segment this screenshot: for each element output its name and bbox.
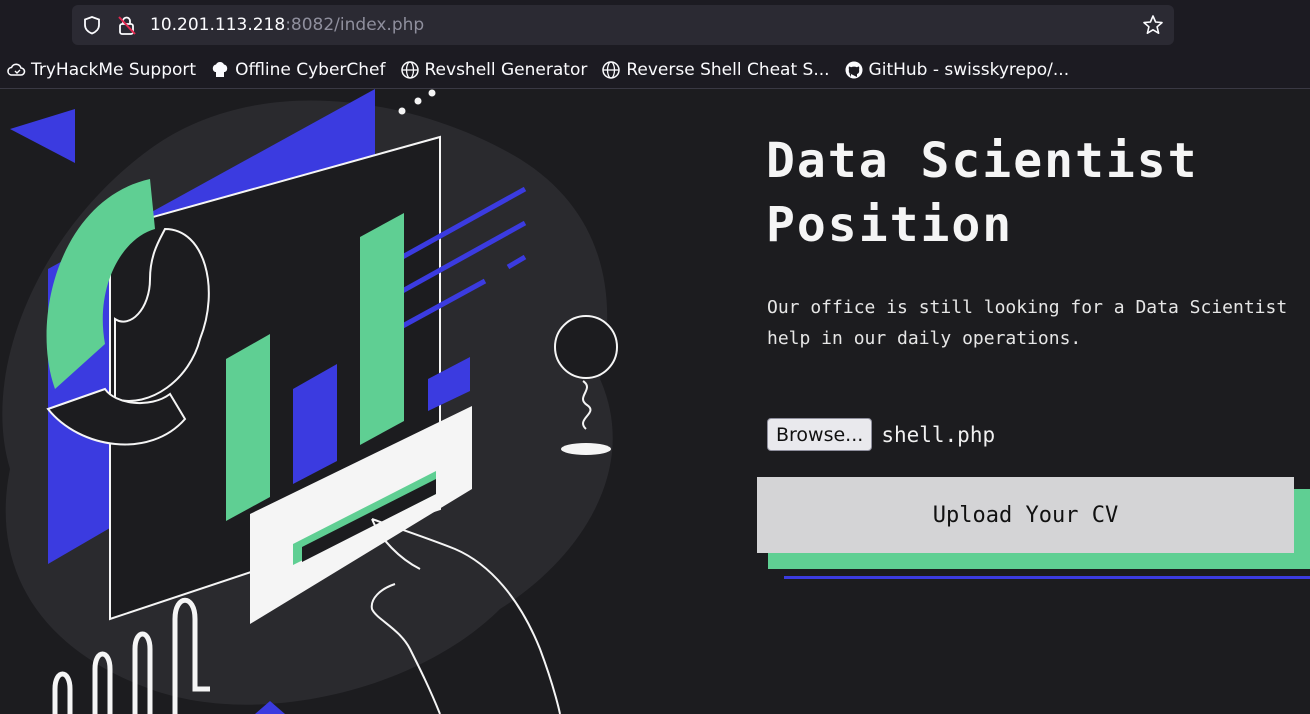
file-input[interactable]: Browse... shell.php bbox=[767, 418, 995, 451]
bookmark-label: Offline CyberChef bbox=[235, 60, 386, 80]
page-title-line2: Position bbox=[766, 197, 1014, 253]
page-title-line1: Data Scientist bbox=[766, 133, 1199, 189]
insecure-lock-icon[interactable] bbox=[116, 14, 138, 36]
url-host: 10.201.113.218 bbox=[150, 15, 286, 35]
bookmark-label: Reverse Shell Cheat S... bbox=[626, 60, 830, 80]
description-line1: Our office is still looking for a Data S… bbox=[767, 297, 1288, 318]
bookmark-offline-cyberchef[interactable]: Offline CyberChef bbox=[204, 56, 393, 84]
bookmark-revshell-generator[interactable]: Revshell Generator bbox=[394, 56, 596, 84]
address-bar[interactable]: 10.201.113.218:8082/index.php bbox=[72, 5, 1174, 45]
bookmarks-toolbar: TryHackMe Support Offline CyberChef Revs… bbox=[0, 56, 1310, 84]
browse-button[interactable]: Browse... bbox=[767, 418, 873, 451]
bookmark-reverse-shell-cheat-sheet[interactable]: Reverse Shell Cheat S... bbox=[595, 56, 837, 84]
chef-hat-icon bbox=[212, 62, 228, 77]
page-title: Data Scientist Position bbox=[766, 129, 1306, 257]
bookmark-tryhackme-support[interactable]: TryHackMe Support bbox=[0, 56, 204, 84]
url-path: :8082/index.php bbox=[285, 15, 425, 35]
cloud-icon bbox=[7, 63, 26, 76]
url-text[interactable]: 10.201.113.218:8082/index.php bbox=[150, 15, 424, 35]
description-line2: help in our daily operations. bbox=[767, 328, 1082, 349]
bookmark-label: Revshell Generator bbox=[424, 60, 588, 80]
page-content: Data Scientist Position Our office is sti… bbox=[0, 89, 1310, 714]
bookmark-github-swisskyrepo[interactable]: GitHub - swisskyrepo/... bbox=[838, 56, 1078, 84]
browser-chrome: 10.201.113.218:8082/index.php TryHackMe … bbox=[0, 0, 1310, 89]
upload-cv-button[interactable]: Upload Your CV bbox=[757, 477, 1294, 553]
bookmark-label: TryHackMe Support bbox=[31, 60, 197, 80]
selected-file-name: shell.php bbox=[881, 422, 996, 447]
bookmark-label: GitHub - swisskyrepo/... bbox=[868, 60, 1070, 80]
job-description: Our office is still looking for a Data S… bbox=[767, 292, 1310, 354]
globe-icon bbox=[602, 61, 621, 79]
bookmark-star-icon[interactable] bbox=[1142, 14, 1164, 36]
github-icon bbox=[845, 61, 863, 79]
globe-icon bbox=[400, 61, 419, 79]
shield-icon[interactable] bbox=[82, 15, 102, 35]
data-analytics-illustration bbox=[2, 89, 618, 714]
